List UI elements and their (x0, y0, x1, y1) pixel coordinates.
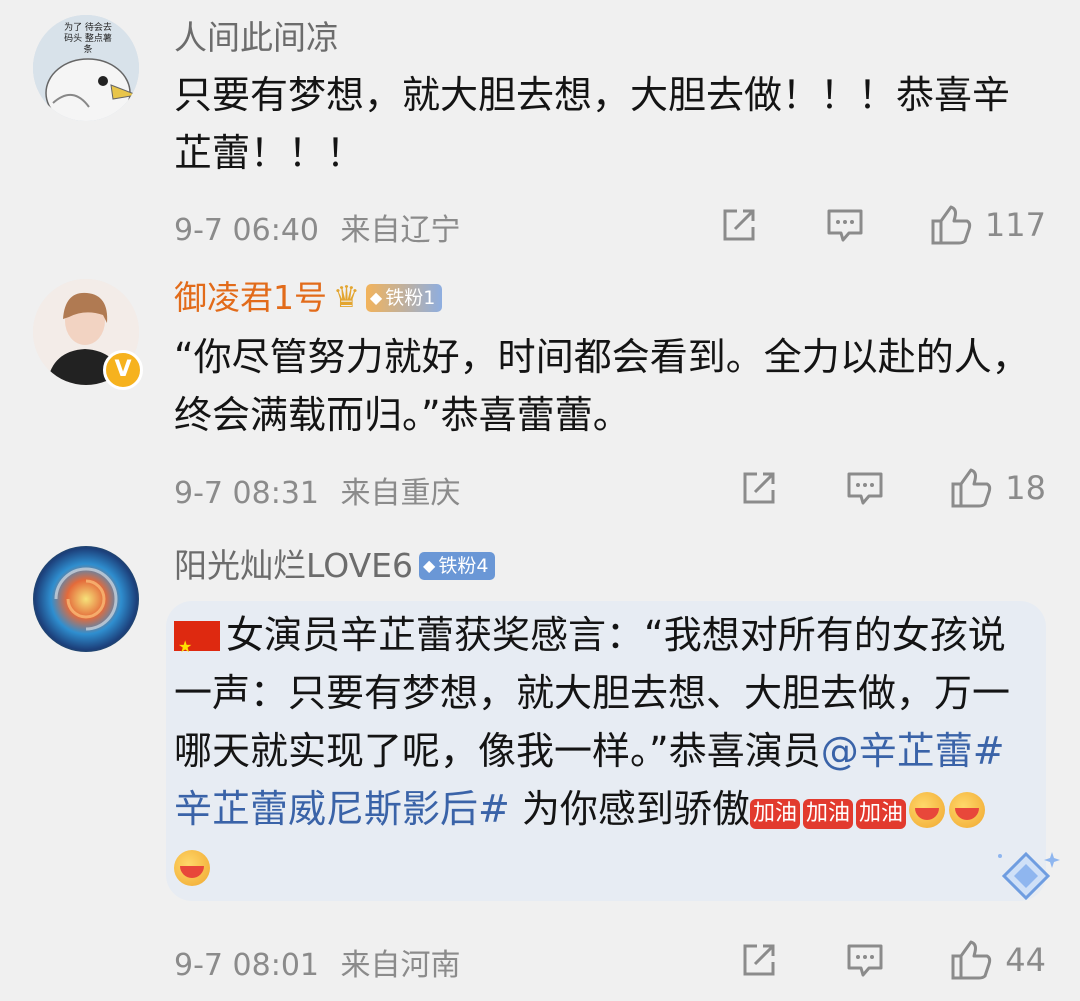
share-button[interactable] (739, 468, 779, 508)
like-icon (931, 205, 972, 245)
share-button[interactable] (719, 205, 759, 245)
jiayou-emoji: 加油 (802, 799, 853, 829)
jiayou-emoji: 加油 (749, 799, 800, 829)
avatar[interactable]: 为了 待会去码头 整点薯条 (33, 15, 139, 121)
comment-meta: 9-7 06:40 来自辽宁 (174, 205, 461, 249)
hug-emoji-icon (908, 792, 945, 828)
fan-badge[interactable]: ◆ 铁粉1 (365, 284, 443, 312)
diamond-icon: ◆ (369, 288, 383, 307)
fan-badge[interactable]: ◆ 铁粉4 (419, 552, 496, 580)
like-button[interactable]: 117 (929, 203, 1046, 247)
comment-meta: 9-7 08:01 来自河南 (174, 940, 461, 984)
like-count: 117 (984, 206, 1046, 244)
hug-emoji-icon (948, 792, 985, 828)
hug-emoji-icon (174, 850, 210, 886)
mention-link[interactable]: @辛芷蕾 (821, 729, 973, 773)
avatar[interactable] (33, 546, 139, 652)
comment-list: 为了 待会去码头 整点薯条 人间此间凉 只要有梦想，就大胆去想，大胆去做！！！恭… (0, 0, 1080, 1001)
comment-actions: 18 (739, 463, 1046, 513)
comment-actions: 44 (739, 935, 1046, 985)
username-row: 御凌君1号 ♛ ◆ 铁粉1 (174, 278, 443, 318)
comment-meta: 9-7 08:31 来自重庆 (174, 468, 461, 512)
comment-button[interactable] (845, 940, 885, 980)
comment-location: 来自辽宁 (340, 213, 461, 248)
comment-actions: 117 (719, 200, 1046, 250)
share-icon (723, 209, 755, 241)
like-icon (951, 468, 992, 508)
comment-icon (827, 209, 863, 242)
comment-time: 9-7 08:01 (174, 948, 319, 983)
like-icon (951, 940, 992, 980)
share-icon (743, 944, 775, 976)
comment-location: 来自重庆 (340, 476, 461, 511)
share-icon (743, 472, 775, 504)
comment-text-part2: 为你感到骄傲 (509, 787, 750, 831)
jiayou-emoji: 加油 (855, 799, 906, 829)
comment-icon (847, 472, 883, 505)
diamond-icon: ◆ (423, 556, 436, 575)
comment-text: 女演员辛芷蕾获奖感言：“我想对所有的女孩说一声：只要有梦想，就大胆去想、大胆去做… (174, 606, 1024, 896)
avatar-caption: 为了 待会去码头 整点薯条 (64, 23, 112, 55)
china-flag-icon (174, 618, 220, 676)
like-button[interactable]: 44 (949, 938, 1046, 982)
username[interactable]: 阳光灿烂LOVE6 (174, 546, 413, 586)
verified-badge: V (103, 350, 143, 390)
crown-icon: ♛ (333, 280, 360, 315)
comment-button[interactable] (825, 205, 865, 245)
comment-location: 来自河南 (340, 948, 461, 983)
comment-time: 9-7 06:40 (174, 213, 319, 248)
comment-text: “你尽管努力就好，时间都会看到。全力以赴的人，终会满载而归。”恭喜蕾蕾。 (174, 335, 1030, 437)
username[interactable]: 人间此间凉 (174, 18, 339, 58)
like-count: 44 (1005, 941, 1046, 979)
diamond-sparkle-icon (998, 851, 1060, 901)
comment-time: 9-7 08:31 (174, 476, 319, 511)
like-button[interactable]: 18 (949, 466, 1046, 510)
like-count: 18 (1005, 469, 1046, 507)
galaxy-avatar-image (33, 546, 139, 652)
comment-icon (847, 944, 883, 977)
username-row: 阳光灿烂LOVE6 ◆ 铁粉4 (174, 546, 496, 586)
username[interactable]: 御凌君1号 (174, 278, 327, 318)
comment-text: 只要有梦想，就大胆去想，大胆去做！！！恭喜辛芷蕾！！！ (174, 73, 1011, 175)
share-button[interactable] (739, 940, 779, 980)
username-row: 人间此间凉 (174, 18, 339, 58)
comment-button[interactable] (845, 468, 885, 508)
